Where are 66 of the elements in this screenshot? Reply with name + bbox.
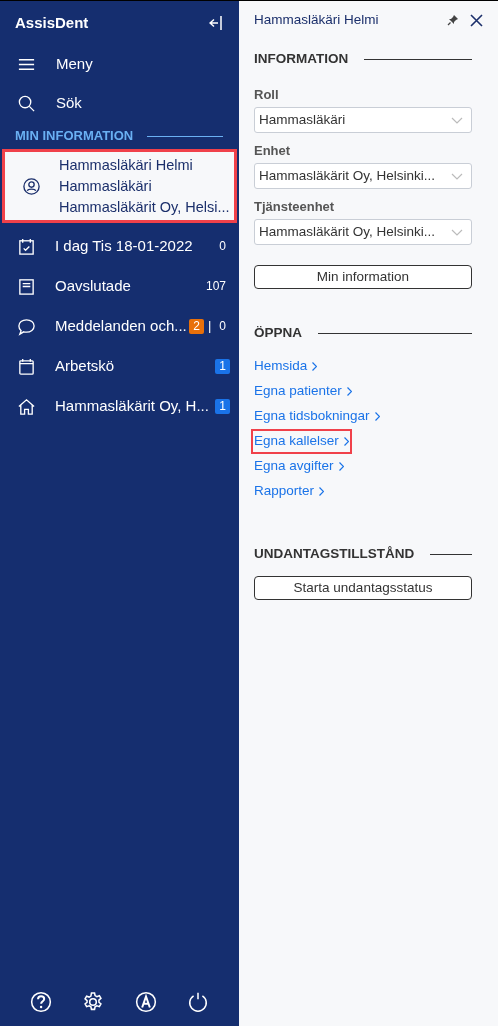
panel-title: Hammasläkäri Helmi (254, 10, 379, 29)
link[interactable]: Egna avgifter (251, 454, 347, 479)
link[interactable]: Egna patienter (251, 379, 355, 404)
nav-item[interactable]: Meddelanden och... 2 | 0 (0, 306, 239, 346)
nav-item[interactable]: Sök (0, 84, 239, 123)
section-title: ÖPPNA (254, 323, 302, 342)
nav-item[interactable]: Meny (0, 45, 239, 84)
home-icon (17, 396, 36, 416)
section-title: INFORMATION (254, 49, 349, 68)
min-information-button[interactable]: Min information (254, 265, 472, 289)
field-label: Roll (254, 87, 280, 103)
close-icon[interactable] (470, 13, 483, 27)
settings-icon[interactable] (82, 991, 105, 1013)
chevron-right-icon (338, 462, 344, 471)
user-detail: Hammasläkäri (59, 176, 153, 196)
count-badge: 1 (215, 398, 230, 414)
nav-item-label: Hammasläkärit Oy, H... (55, 395, 210, 416)
dropdown-field[interactable]: Hammasläkärit Oy, Helsinki... (254, 219, 472, 245)
user-card[interactable]: Hammasläkäri Helmi Hammasläkäri Hammasläkärit Oy, Helsi... (2, 149, 237, 223)
dropdown-field[interactable]: Hammasläkäri (254, 107, 472, 133)
chevron-right-icon (343, 437, 349, 446)
app-name: AssisDent (15, 12, 89, 33)
field-label: Tjänsteenhet (254, 199, 336, 215)
collapse-icon[interactable] (209, 15, 223, 31)
link[interactable]: Rapporter (251, 479, 328, 504)
nav-item-label: Oavslutade (55, 275, 132, 296)
nav-item[interactable]: I dag Tis 18-01-2022 0 (0, 226, 239, 266)
chevron-right-icon (346, 387, 352, 396)
chevron-down-icon (451, 172, 463, 180)
nav-item-label: Arbetskö (55, 355, 116, 376)
chat-bubble-icon (17, 316, 36, 336)
nav-item[interactable]: Oavslutade 107 (0, 266, 239, 306)
link[interactable]: Egna kallelser (251, 429, 352, 454)
user-icon (22, 176, 41, 196)
link[interactable]: Egna tidsbokningar (251, 404, 383, 429)
nav-item[interactable]: Hammasläkärit Oy, H... 1 (0, 386, 239, 426)
chevron-down-icon (451, 116, 463, 124)
field-label: Enhet (254, 143, 292, 159)
count-badge: 1 (215, 358, 230, 374)
link[interactable]: Hemsida (251, 354, 321, 379)
user-detail: Hammasläkärit Oy, Helsi... (59, 197, 230, 217)
chevron-right-icon (319, 487, 325, 496)
section-title: MIN INFORMATION (15, 127, 134, 146)
calendar-icon (17, 356, 36, 376)
chevron-right-icon (312, 362, 318, 371)
count: 0 (218, 318, 227, 335)
nav-item-label: Meddelanden och... (55, 315, 188, 336)
count-badge: 2 (189, 318, 204, 334)
pin-icon[interactable] (447, 14, 459, 26)
count: 0 (218, 238, 227, 255)
nav-item-label: I dag Tis 18-01-2022 (55, 235, 194, 256)
count: 107 (204, 278, 227, 295)
circled-a-icon[interactable] (134, 991, 157, 1013)
user-detail: Hammasläkäri Helmi (59, 155, 194, 175)
nav-item[interactable]: Arbetskö 1 (0, 346, 239, 386)
dropdown-field[interactable]: Hammasläkärit Oy, Helsinki... (254, 163, 472, 189)
calendar-check-icon (17, 236, 36, 256)
help-icon[interactable] (30, 991, 53, 1013)
power-icon[interactable] (186, 991, 209, 1013)
chevron-down-icon (451, 228, 463, 236)
section-title: UNDANTAGSTILLSTÅND (254, 544, 415, 563)
document-icon (17, 276, 36, 296)
chevron-right-icon (374, 412, 380, 421)
separator: | (207, 317, 212, 336)
start-exception-button[interactable]: Starta undantagsstatus (254, 576, 472, 600)
search-icon (17, 94, 36, 113)
